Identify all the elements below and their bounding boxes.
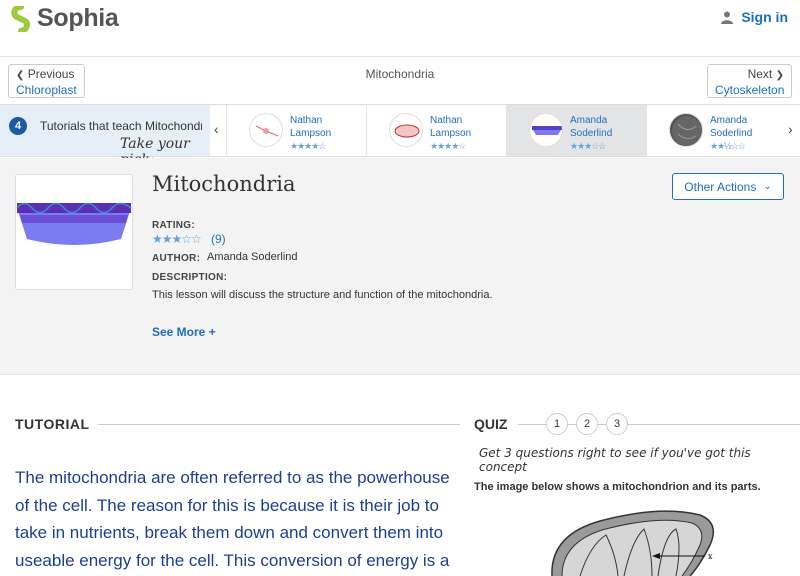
tutorial-card[interactable]: Nathan Lampson ★★★★☆ [226,105,366,156]
description-text: This lesson will discuss the structure a… [152,289,493,301]
tutorial-count-badge: 4 [9,117,27,135]
lesson-thumbnail [15,174,133,290]
diagram-label-x: x [708,552,713,561]
tutorial-card-stars: ★★½☆☆ [710,141,746,151]
chevron-right-icon: ❯ [775,70,784,81]
description-label: DESCRIPTION: [152,272,228,283]
author-last: Soderlind [710,128,753,139]
lesson-title: Mitochondria [152,172,296,196]
tutorial-line: of the cell. The reason for this is beca… [15,495,439,515]
sign-in-link[interactable]: Sign in [721,9,788,25]
sophia-logo-icon [11,5,31,32]
tutorial-thumbnail [669,113,703,147]
tutorial-line: The mitochondria are often referred to a… [15,468,450,487]
chevron-down-icon: ⌄ [763,181,772,192]
author-first: Nathan [290,115,323,126]
topic-title: Mitochondria [365,67,435,81]
tutorial-line: useable energy for the cell. This conver… [15,550,450,570]
author-name: Amanda Soderlind [207,251,298,263]
sophia-logo[interactable]: Sophia [10,4,119,33]
tutorial-thumbnail [389,113,423,147]
tutorial-thumbnail [529,113,563,147]
strip-scroll-left-icon[interactable]: ‹ [214,121,219,137]
tutorial-card[interactable]: Nathan Lampson ★★★★☆ [366,105,506,156]
tutorial-strip: 4 Tutorials that teach Mitochondria Take… [0,104,800,168]
rating-count[interactable]: (9) [211,232,226,246]
rating-label: RATING: [152,220,196,231]
strip-scroll-right-icon[interactable]: › [788,121,793,137]
tutorial-card-author: Nathan Lampson [430,114,471,140]
mitochondrion-diagram: x [551,510,715,576]
author-first: Amanda [710,115,748,126]
tutorial-strip-title: Tutorials that teach Mitochondria [40,119,202,133]
tutorial-strip-header: 4 Tutorials that teach Mitochondria Take… [0,105,210,168]
tutorial-card-selected[interactable]: Amanda Soderlind ★★★☆☆ [506,105,646,156]
next-label: Next [747,67,773,81]
quiz-question-1[interactable]: 1 [546,413,568,435]
topic-nav: ❮ Previous Chloroplast Mitochondria Next… [0,57,800,104]
author-last: Lampson [430,128,472,139]
site-header: Sophia Sign in [0,0,800,57]
tutorial-thumbnail [249,113,283,147]
next-topic: Cytoskeleton [715,83,785,97]
tutorial-line: take in nutrients, break them down and c… [15,523,444,542]
tutorial-card-author: Amanda Soderlind [710,114,752,140]
tutorial-card-stars: ★★★★☆ [290,141,326,151]
tutorial-heading: TUTORIAL [15,416,90,432]
author-first: Nathan [430,115,463,126]
previous-topic: Chloroplast [16,83,77,97]
tutorial-body: The mitochondria are often referred to a… [15,464,460,574]
quiz-prompt: Get 3 questions right to see if you've g… [479,446,751,474]
quiz-heading: QUIZ [474,416,508,432]
tutorial-card-author: Amanda Soderlind [570,114,612,140]
author-last: Lampson [290,128,332,139]
quiz-question-2[interactable]: 2 [576,413,598,435]
sign-in-label: Sign in [741,9,788,25]
rating-stars: ★★★☆☆ [152,232,202,246]
quiz-question-text: The image below shows a mitochondrion an… [474,481,761,493]
user-icon [721,11,734,24]
tutorial-card-author: Nathan Lampson [290,114,331,140]
author-last: Soderlind [570,128,613,139]
other-actions-button[interactable]: Other Actions ⌄ [672,173,784,200]
next-button[interactable]: Next ❯ Cytoskeleton [707,64,792,98]
logo-text: Sophia [37,4,119,32]
author-label: AUTHOR: [152,253,201,264]
see-more-link[interactable]: See More + [152,325,216,339]
tutorial-divider [98,424,460,425]
quiz-question-3[interactable]: 3 [606,413,628,435]
tutorial-card[interactable]: Amanda Soderlind ★★½☆☆ [646,105,786,156]
tutorial-card-stars: ★★★★☆ [430,141,466,151]
other-actions-label: Other Actions [684,179,757,194]
lesson-info-panel: Mitochondria Other Actions ⌄ RATING: ★★★… [0,158,800,375]
tutorial-card-stars: ★★★☆☆ [570,141,606,151]
author-first: Amanda [570,115,608,126]
